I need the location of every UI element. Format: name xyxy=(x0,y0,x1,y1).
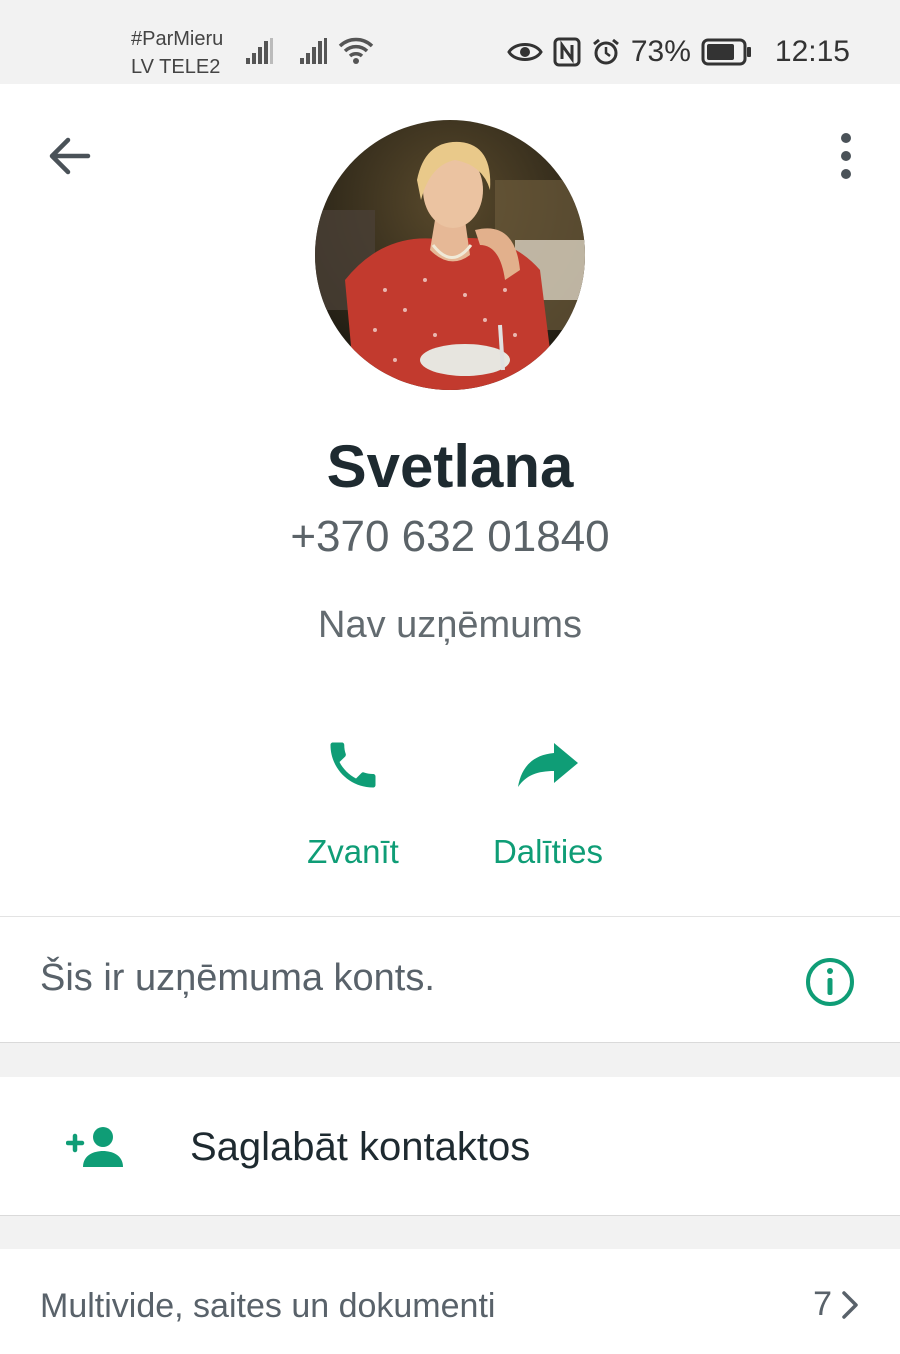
save-contact-label: Saglabāt kontaktos xyxy=(190,1125,531,1169)
share-label: Dalīties xyxy=(492,833,604,870)
carrier-line1: #ParMieru xyxy=(131,28,224,50)
wifi-icon xyxy=(338,37,374,64)
alarm-icon xyxy=(592,38,619,65)
carrier-line2: LV TELE2 xyxy=(131,56,221,78)
status-icons: 73% 12:15 xyxy=(507,30,850,74)
more-options-button[interactable] xyxy=(826,130,866,182)
avatar-photo xyxy=(315,120,585,390)
call-button[interactable]: Zvanīt xyxy=(268,725,438,871)
section-separator xyxy=(0,1215,900,1249)
chevron-right-icon xyxy=(842,1291,858,1319)
carrier-info: #ParMieru LV TELE2 xyxy=(131,26,223,82)
arrow-left-icon xyxy=(49,137,91,175)
battery-percent: 73% xyxy=(630,35,691,68)
signal-icon xyxy=(300,38,327,64)
media-links-docs-label: Multivide, saites un dokumenti xyxy=(40,1287,496,1325)
back-button[interactable] xyxy=(44,130,96,182)
more-vert-icon xyxy=(841,133,851,179)
avatar[interactable] xyxy=(315,120,585,390)
share-icon xyxy=(518,743,578,787)
nfc-icon xyxy=(553,37,581,67)
contact-name: Svetlana xyxy=(326,433,574,500)
section-separator xyxy=(0,1042,900,1077)
business-name: Nav uzņēmums xyxy=(318,604,582,646)
media-count: 7 xyxy=(813,1285,832,1323)
media-links-docs-row[interactable]: Multivide, saites un dokumenti 7 xyxy=(0,1249,900,1354)
status-bar: #ParMieru LV TELE2 73% 12:15 xyxy=(0,0,900,84)
info-icon xyxy=(806,958,854,1006)
eye-icon xyxy=(507,43,543,61)
business-account-text: Šis ir uzņēmuma konts. xyxy=(40,957,435,999)
battery-icon xyxy=(701,38,751,66)
share-button[interactable]: Dalīties xyxy=(463,725,633,871)
business-account-row[interactable]: Šis ir uzņēmuma konts. xyxy=(0,917,900,1042)
call-label: Zvanīt xyxy=(307,833,399,870)
signal-icon xyxy=(246,38,273,64)
contact-phone: +370 632 01840 xyxy=(290,512,610,561)
clock: 12:15 xyxy=(774,35,850,68)
save-contact-row[interactable]: Saglabāt kontaktos xyxy=(0,1077,900,1215)
person-add-icon xyxy=(66,1127,123,1167)
info-button[interactable] xyxy=(804,956,856,1008)
phone-icon xyxy=(330,742,376,788)
